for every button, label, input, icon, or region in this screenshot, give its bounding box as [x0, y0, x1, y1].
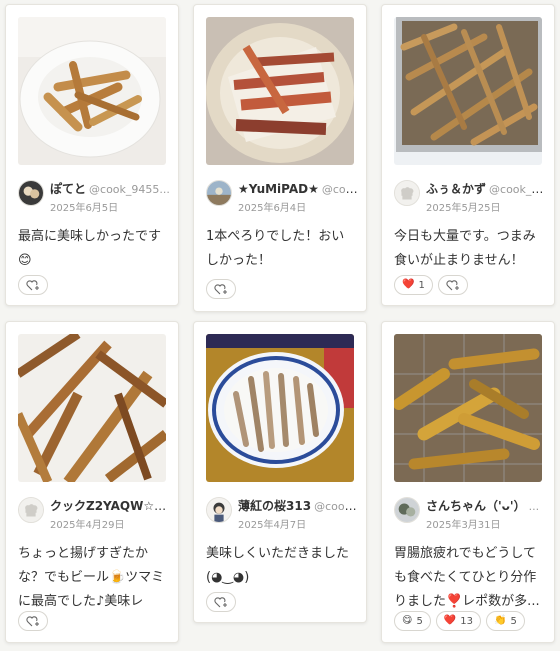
author-name[interactable]: さんちゃん（'ᴗ'）: [426, 499, 526, 513]
smile-icon: 😋: [402, 615, 413, 626]
avatar[interactable]: [394, 497, 420, 523]
cooksnap-card[interactable]: ぽてと @cook_9455... 2025年6月5日 最高に美味しかったです😊: [5, 4, 179, 306]
heart-plus-icon: [26, 616, 39, 627]
author-info: ふぅ＆かず @cook_4... 2025年5月25日: [394, 180, 548, 214]
fried-burdock-photo: [206, 334, 354, 482]
avatar[interactable]: [394, 180, 420, 206]
post-date: 2025年4月29日: [50, 520, 125, 531]
post-date: 2025年3月31日: [426, 520, 501, 531]
post-date: 2025年4月7日: [238, 520, 307, 531]
reaction-bar: [18, 275, 48, 295]
cooksnap-card[interactable]: さんちゃん（'ᴗ'）... 2025年3月31日 胃腸旅疲れでもどうしても食べた…: [381, 321, 555, 643]
post-date: 2025年5月25日: [426, 203, 501, 214]
reaction-count: 5: [416, 615, 423, 627]
dish-photo[interactable]: [206, 17, 354, 165]
reaction-count: 5: [510, 615, 517, 627]
cooksnap-card[interactable]: ★YuMiPAD★ @coo... 2025年6月4日 1本ぺろりでした！おいしか…: [193, 4, 367, 312]
heart-plus-icon: [214, 284, 227, 295]
fried-burdock-photo: [394, 334, 542, 482]
author-id: @cook_4...: [489, 183, 548, 196]
comment-text: 美味しくいただきました(◕‿◕): [206, 546, 350, 585]
fried-burdock-photo: [18, 17, 166, 165]
cooksnap-grid: ぽてと@cook_9455... 2025年6月5日 最高に美味しかったです😊: [0, 0, 560, 651]
dish-photo[interactable]: [394, 334, 542, 482]
heart-plus-icon: [26, 280, 39, 291]
author-name[interactable]: ぽてと: [50, 182, 86, 196]
author-id: ...: [528, 500, 540, 513]
reaction-count: 1: [418, 279, 425, 291]
author-id: @coo...: [321, 183, 360, 196]
author-name[interactable]: ふぅ＆かず: [426, 182, 486, 196]
post-date: 2025年6月4日: [238, 203, 307, 214]
fried-burdock-photo: [18, 334, 166, 482]
post-date: 2025年6月5日: [50, 203, 119, 214]
reaction-count: 13: [460, 615, 473, 627]
reaction-clap-button[interactable]: 👏 5: [486, 611, 525, 631]
cooksnap-card[interactable]: 薄紅の桜313 @cook... 2025年4月7日 美味しくいただきました(◕‿…: [193, 321, 367, 623]
avatar[interactable]: [18, 497, 44, 523]
dish-photo[interactable]: [394, 17, 542, 165]
author-id: @cook...: [314, 500, 360, 513]
author-name[interactable]: 薄紅の桜313: [238, 499, 311, 513]
reaction-heart-button[interactable]: ❤️ 13: [435, 611, 481, 631]
author-info: さんちゃん（'ᴗ'）... 2025年3月31日: [394, 497, 546, 531]
cooksnap-card[interactable]: ふぅ＆かず @cook_4... 2025年5月25日 今日も大量です。つまみ食い…: [381, 4, 555, 306]
author-info: クックZ2YAQW☆@... 2025年4月29日: [18, 497, 172, 531]
author-name[interactable]: クックZ2YAQW☆: [50, 499, 166, 513]
reaction-bar: 😋 5 ❤️ 13 👏 5: [394, 611, 525, 631]
reaction-bar: [18, 611, 48, 631]
author-info: ぽてと @cook_9455... 2025年6月5日: [18, 180, 170, 214]
heart-plus-icon: [214, 597, 227, 608]
author-info: ★YuMiPAD★ @coo... 2025年6月4日: [206, 180, 360, 214]
reaction-heart-button[interactable]: ❤️ 1: [394, 275, 433, 295]
heart-plus-icon: [446, 280, 459, 291]
dish-photo[interactable]: [18, 334, 166, 482]
add-reaction-button[interactable]: [18, 275, 48, 295]
cooksnap-card[interactable]: クックZ2YAQW☆@... 2025年4月29日 ちょっと揚げすぎたかな？でも…: [5, 321, 179, 643]
add-reaction-button[interactable]: [206, 279, 236, 299]
fried-burdock-photo: [206, 17, 354, 165]
author-name[interactable]: ★YuMiPAD★: [238, 182, 319, 196]
avatar[interactable]: [206, 180, 232, 206]
reaction-bar: ❤️ 1: [394, 275, 468, 295]
add-reaction-button[interactable]: [206, 592, 236, 612]
clap-icon: 👏: [494, 615, 507, 626]
heart-icon: ❤️: [443, 615, 457, 626]
reaction-bar: [206, 592, 236, 612]
add-reaction-button[interactable]: [18, 611, 48, 631]
comment-text: ちょっと揚げすぎたかな？でもビール🍺ツマミに最高でした♪美味レシ...: [18, 546, 165, 609]
fried-burdock-photo: [394, 17, 542, 165]
reaction-bar: [206, 279, 236, 299]
dish-photo[interactable]: [18, 17, 166, 165]
comment-text: 今日も大量です。つまみ食いが止まりません！: [394, 229, 536, 268]
reaction-yum-button[interactable]: 😋 5: [394, 611, 431, 631]
comment-text: 最高に美味しかったです😊: [18, 229, 162, 268]
avatar[interactable]: [18, 180, 44, 206]
add-reaction-button[interactable]: [437, 275, 468, 295]
author-info: 薄紅の桜313 @cook... 2025年4月7日: [206, 497, 360, 531]
author-id: @cook_9455...: [89, 183, 170, 196]
comment-text: 1本ぺろりでした！おいしかった！: [206, 229, 345, 268]
comment-text: 胃腸旅疲れでもどうしても食べたくてひとり分作りました❣️レポ数が多...: [394, 546, 540, 609]
dish-photo[interactable]: [206, 334, 354, 482]
heart-icon: ❤️: [402, 279, 415, 290]
avatar[interactable]: [206, 497, 232, 523]
